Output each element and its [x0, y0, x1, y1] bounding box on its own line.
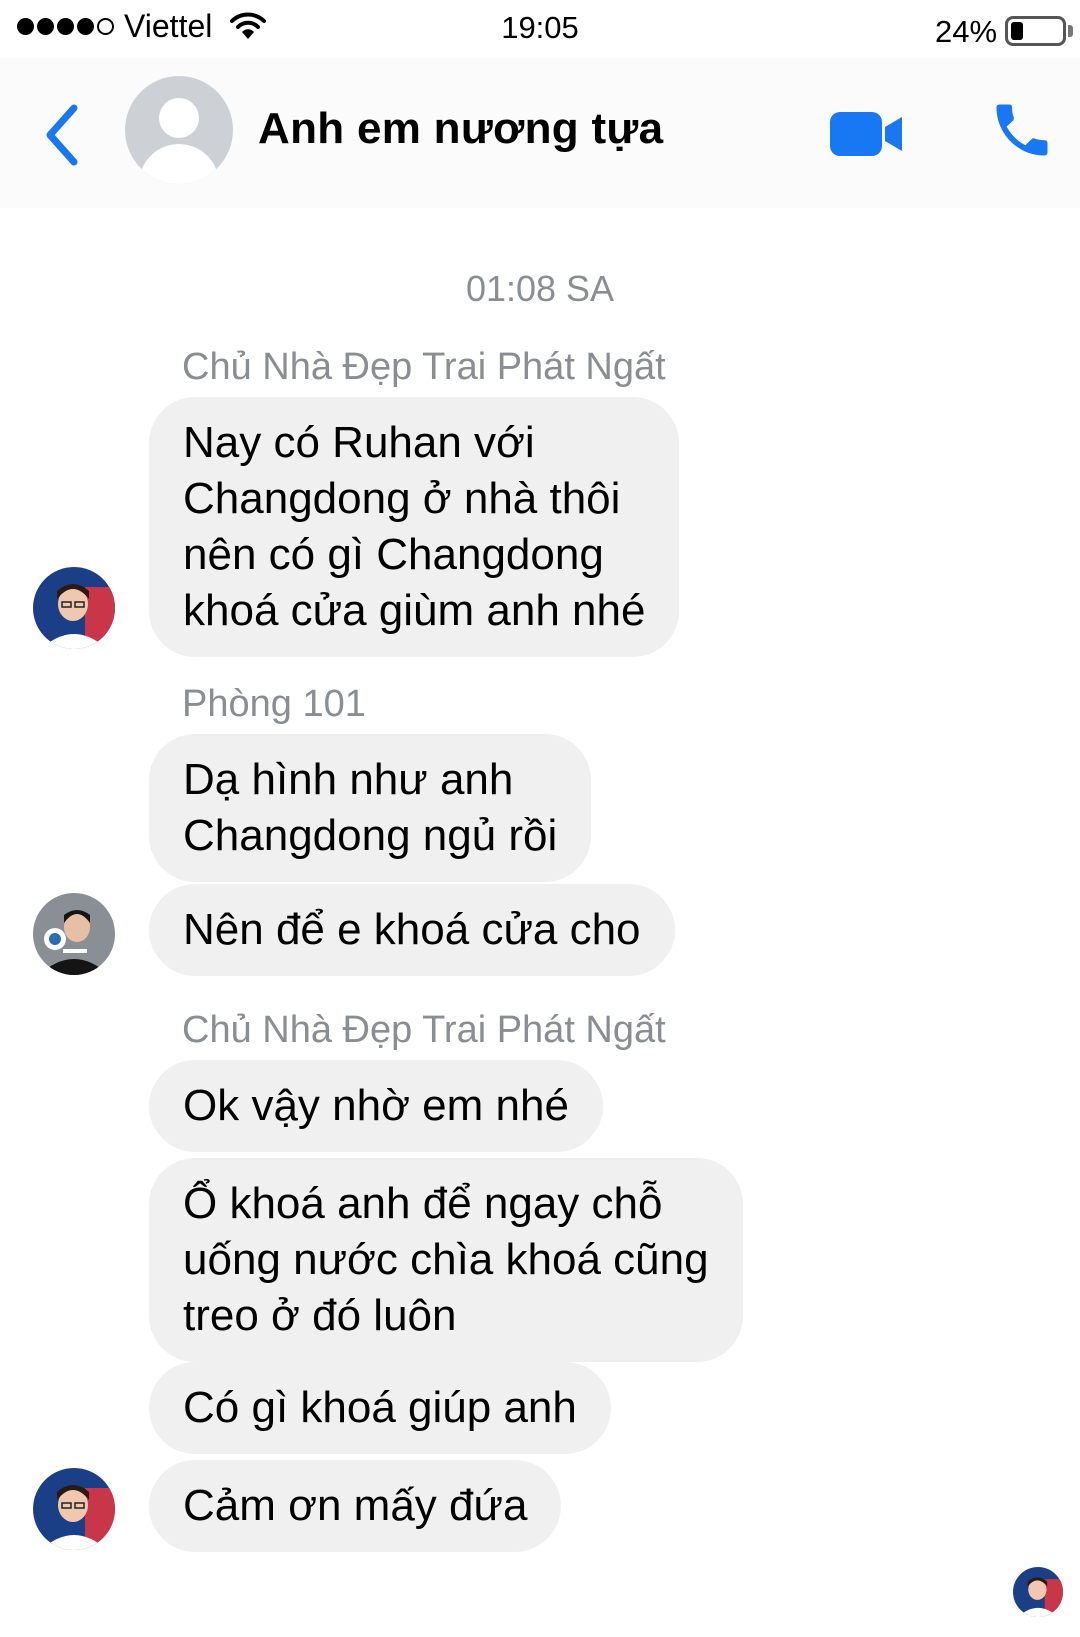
sender-name: Phòng 101 — [182, 683, 366, 725]
message-line: Ổ khoá anh để ngay chỗ — [183, 1179, 663, 1228]
message-line: nên có gì Changdong — [183, 530, 604, 579]
message-bubble[interactable]: Cảm ơn mấy đứa — [149, 1460, 562, 1552]
sender-avatar[interactable] — [33, 893, 115, 975]
phone-icon — [996, 104, 1048, 156]
sender-avatar[interactable] — [33, 567, 115, 649]
message-bubble[interactable]: Ổ khoá anh để ngay chỗ uống nước chìa kh… — [149, 1158, 743, 1362]
conversation-header: Anh em nương tựa — [0, 58, 1080, 208]
video-camera-icon — [830, 112, 902, 156]
message-line: Dạ hình như anh — [183, 755, 514, 804]
status-bar: Viettel 19:05 24% — [0, 0, 1080, 58]
sender-avatar[interactable] — [33, 1468, 115, 1550]
message-timestamp: 01:08 SA — [465, 268, 615, 309]
message-bubble[interactable]: Nên để e khoá cửa cho — [149, 884, 675, 976]
back-button[interactable] — [38, 100, 88, 170]
message-line: Nay có Ruhan với — [183, 418, 535, 467]
message-line: Changdong ngủ rồi — [183, 811, 558, 860]
message-line: Có gì khoá giúp anh — [183, 1383, 577, 1432]
message-line: Changdong ở nhà thôi — [183, 474, 621, 523]
sender-name: Chủ Nhà Đẹp Trai Phát Ngất — [182, 346, 666, 388]
message-bubble[interactable]: Ok vậy nhờ em nhé — [149, 1060, 603, 1152]
message-bubble[interactable]: Nay có Ruhan với Changdong ở nhà thôi nê… — [149, 397, 680, 657]
group-avatar[interactable] — [125, 76, 233, 184]
status-time: 19:05 — [501, 10, 579, 45]
message-line: Nên để e khoá cửa cho — [183, 905, 641, 954]
avatar-placeholder-body — [139, 144, 219, 184]
battery-fill — [1011, 22, 1023, 40]
message-bubble[interactable]: Dạ hình như anh Changdong ngủ rồi — [149, 734, 592, 882]
seen-receipt-avatar — [1013, 1567, 1063, 1617]
voice-call-button[interactable] — [988, 96, 1056, 164]
message-bubble[interactable]: Có gì khoá giúp anh — [149, 1362, 611, 1454]
battery-percent: 24% — [935, 14, 998, 49]
message-line: treo ở đó luôn — [183, 1291, 457, 1340]
messenger-screen: Viettel 19:05 24% Anh em nương tựa 01:08… — [0, 0, 1080, 1637]
conversation-title[interactable]: Anh em nương tựa — [258, 104, 663, 154]
battery-nub — [1068, 25, 1073, 37]
avatar-placeholder-head — [159, 98, 199, 138]
battery-icon — [1005, 16, 1066, 46]
chevron-left-icon — [46, 104, 78, 166]
video-call-button[interactable] — [828, 104, 906, 164]
message-line: uống nước chìa khoá cũng — [183, 1235, 709, 1284]
message-line: Ok vậy nhờ em nhé — [183, 1081, 569, 1130]
message-line: Cảm ơn mấy đứa — [183, 1481, 528, 1530]
sender-name: Chủ Nhà Đẹp Trai Phát Ngất — [182, 1009, 666, 1051]
message-line: khoá cửa giùm anh nhé — [183, 586, 646, 635]
